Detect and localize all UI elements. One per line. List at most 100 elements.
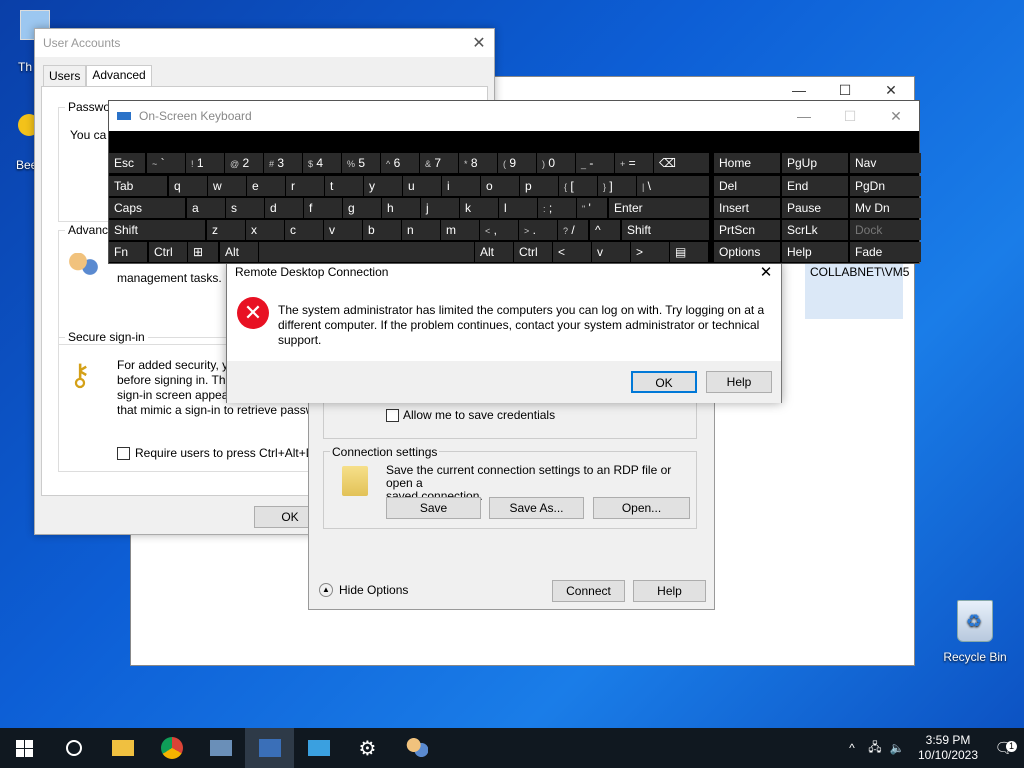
key-w[interactable]: w — [208, 176, 246, 196]
key-x[interactable]: x — [246, 220, 284, 240]
key-c[interactable]: c — [285, 220, 323, 240]
key-symbol[interactable]: ⌫ — [654, 153, 709, 173]
key-scrlk[interactable]: ScrLk — [782, 220, 848, 240]
key-space[interactable] — [259, 242, 474, 262]
key-caps[interactable]: Caps — [109, 198, 185, 218]
clock[interactable]: 3:59 PM 10/10/2023 — [912, 733, 984, 763]
key-pause[interactable]: Pause — [782, 198, 848, 218]
key-symbol[interactable]: ▤ — [670, 242, 708, 262]
save-creds-checkbox[interactable]: Allow me to save credentials — [386, 408, 555, 422]
key-y[interactable]: y — [364, 176, 402, 196]
key-enter[interactable]: Enter — [609, 198, 709, 218]
key-symbol[interactable]: ! 1 — [186, 153, 224, 173]
key-symbol[interactable]: ^ — [590, 220, 620, 240]
key-symbol[interactable]: ~ ` — [147, 153, 185, 173]
key-l[interactable]: l — [499, 198, 537, 218]
key-insert[interactable]: Insert — [714, 198, 780, 218]
start-button[interactable] — [0, 728, 49, 768]
chevron-up-icon[interactable]: ^ — [840, 741, 864, 755]
key-prtscn[interactable]: PrtScn — [714, 220, 780, 240]
key-q[interactable]: q — [169, 176, 207, 196]
network-icon[interactable]: 🖧 — [864, 738, 886, 759]
key-v[interactable]: v — [324, 220, 362, 240]
taskbar-user-accounts[interactable] — [392, 728, 441, 768]
key-z[interactable]: z — [207, 220, 245, 240]
key-symbol[interactable]: $ 4 — [303, 153, 341, 173]
key-a[interactable]: a — [187, 198, 225, 218]
key-symbol[interactable]: * 8 — [459, 153, 497, 173]
taskbar-settings[interactable]: ⚙ — [343, 728, 392, 768]
key-symbol[interactable]: @ 2 — [225, 153, 263, 173]
key-p[interactable]: p — [520, 176, 558, 196]
key-symbol[interactable]: _ - — [576, 153, 614, 173]
key-symbol[interactable]: < — [553, 242, 591, 262]
key-pgup[interactable]: PgUp — [782, 153, 848, 173]
close-icon[interactable]: ✕ — [464, 33, 494, 53]
key-t[interactable]: t — [325, 176, 363, 196]
ok-button[interactable]: OK — [631, 371, 697, 393]
open-button[interactable]: Open... — [593, 497, 690, 519]
key-symbol[interactable]: : ; — [538, 198, 576, 218]
key-dock[interactable]: Dock — [850, 220, 921, 240]
key-del[interactable]: Del — [714, 176, 780, 196]
key-nav[interactable]: Nav — [850, 153, 921, 173]
key-shift[interactable]: Shift — [622, 220, 709, 240]
key-r[interactable]: r — [286, 176, 324, 196]
search-button[interactable] — [49, 728, 98, 768]
taskbar-app[interactable] — [196, 728, 245, 768]
minimize-icon[interactable]: — — [781, 108, 827, 125]
key-o[interactable]: o — [481, 176, 519, 196]
key-symbol[interactable]: ( 9 — [498, 153, 536, 173]
key-u[interactable]: u — [403, 176, 441, 196]
key-n[interactable]: n — [402, 220, 440, 240]
key-k[interactable]: k — [460, 198, 498, 218]
notification-icon[interactable]: 🗨 1 — [984, 739, 1024, 757]
key-i[interactable]: i — [442, 176, 480, 196]
key-fade[interactable]: Fade — [850, 242, 921, 262]
key-home[interactable]: Home — [714, 153, 780, 173]
key-symbol[interactable]: > — [631, 242, 669, 262]
taskbar-file-explorer[interactable] — [98, 728, 147, 768]
key-pgdn[interactable]: PgDn — [850, 176, 921, 196]
key-s[interactable]: s — [226, 198, 264, 218]
tab-advanced[interactable]: Advanced — [86, 65, 152, 87]
hide-options-toggle[interactable]: ▲ Hide Options — [319, 583, 408, 597]
key-end[interactable]: End — [782, 176, 848, 196]
key-e[interactable]: e — [247, 176, 285, 196]
tab-users[interactable]: Users — [43, 65, 87, 87]
key-d[interactable]: d — [265, 198, 303, 218]
ctrl-alt-del-checkbox[interactable]: Require users to press Ctrl+Alt+De — [117, 446, 321, 460]
key-symbol[interactable]: ⊞ — [188, 242, 218, 262]
key-help[interactable]: Help — [782, 242, 848, 262]
taskbar-osk[interactable] — [294, 728, 343, 768]
key-symbol[interactable]: # 3 — [264, 153, 302, 173]
checkbox[interactable] — [117, 446, 130, 460]
save-as-button[interactable]: Save As... — [489, 497, 584, 519]
key-symbol[interactable]: ? / — [558, 220, 588, 240]
key-esc[interactable]: Esc — [109, 153, 145, 173]
close-icon[interactable]: ✕ — [873, 108, 919, 125]
key-f[interactable]: f — [304, 198, 342, 218]
help-button[interactable]: Help — [633, 580, 706, 602]
close-icon[interactable]: ✕ — [751, 263, 781, 281]
key-symbol[interactable]: % 5 — [342, 153, 380, 173]
user-cell[interactable]: COLLABNET\VM5 — [805, 261, 909, 319]
key-symbol[interactable]: ^ 6 — [381, 153, 419, 173]
key-symbol[interactable]: & 7 — [420, 153, 458, 173]
key-b[interactable]: b — [363, 220, 401, 240]
key-symbol[interactable]: + = — [615, 153, 653, 173]
key-symbol[interactable]: } ] — [598, 176, 636, 196]
key-mvdn[interactable]: Mv Dn — [850, 198, 921, 218]
checkbox[interactable] — [386, 408, 399, 422]
key-symbol[interactable]: > . — [519, 220, 557, 240]
key-tab[interactable]: Tab — [109, 176, 167, 196]
volume-icon[interactable]: 🔈 — [886, 741, 908, 755]
taskbar-rdc[interactable] — [245, 728, 294, 768]
key-options[interactable]: Options — [714, 242, 780, 262]
key-h[interactable]: h — [382, 198, 420, 218]
key-symbol[interactable]: | \ — [637, 176, 709, 196]
key-symbol[interactable]: " ' — [577, 198, 607, 218]
help-button[interactable]: Help — [706, 371, 772, 393]
key-fn[interactable]: Fn — [109, 242, 147, 262]
connect-button[interactable]: Connect — [552, 580, 625, 602]
